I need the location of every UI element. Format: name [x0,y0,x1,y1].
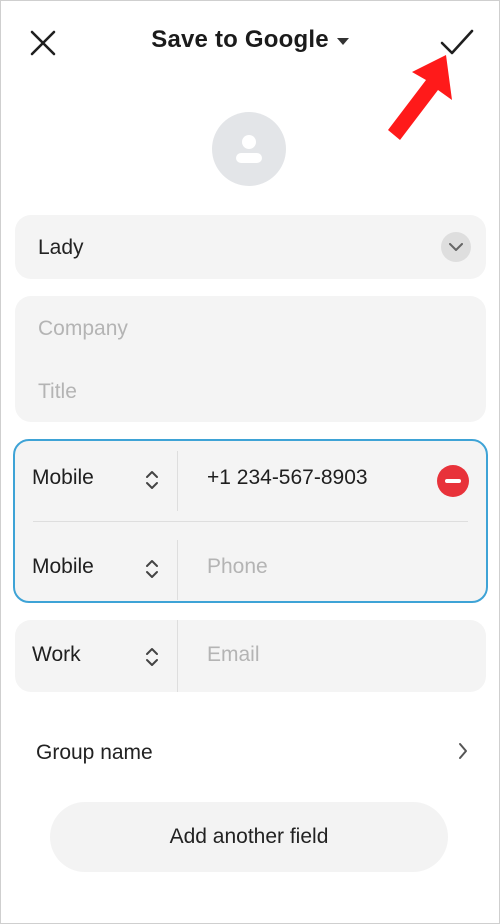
phone-type-label[interactable]: Mobile [32,555,94,579]
email-type-label[interactable]: Work [32,643,81,667]
name-value: Lady [38,236,84,259]
email-input[interactable]: Email [207,643,260,667]
phone-type-label[interactable]: Mobile [32,466,94,490]
expand-name-button[interactable] [441,232,471,262]
chevron-right-icon [459,743,467,759]
add-another-field-label: Add another field [169,825,329,848]
checkmark-icon [440,29,474,55]
up-down-selector-icon[interactable] [144,557,160,581]
page-title: Save to Google [151,26,329,53]
job-title-input[interactable]: Title [38,380,77,404]
up-down-selector-icon[interactable] [144,645,160,669]
chevron-down-icon [449,242,463,251]
phone-card: Mobile +1 234-567-8903 Mobile Phone [13,439,488,603]
group-name-row[interactable]: Group name [15,720,486,784]
caret-down-icon [336,37,349,45]
company-input[interactable]: Company [38,317,128,341]
person-icon [236,135,262,163]
phone-number-input[interactable]: +1 234-567-8903 [207,466,368,490]
account-selector[interactable]: Save to Google [0,26,500,54]
remove-phone-button[interactable] [437,465,469,497]
top-app-bar: Save to Google [0,0,500,86]
add-another-field-button[interactable]: Add another field [50,802,448,872]
remove-circle-icon [445,479,461,483]
column-divider [177,451,178,511]
group-name-label: Group name [36,741,153,764]
save-button[interactable] [436,22,478,62]
email-card: Work Email [15,620,486,692]
email-row: Work Email [15,620,486,692]
column-divider [177,540,178,600]
up-down-selector-icon[interactable] [144,468,160,492]
row-divider [33,521,468,522]
phone-row: Mobile Phone [15,532,486,604]
organization-card: Company Title [15,296,486,422]
name-field-card[interactable]: Lady [15,215,486,279]
phone-input[interactable]: Phone [207,555,268,579]
phone-row: Mobile +1 234-567-8903 [15,443,486,515]
column-divider [177,620,178,692]
contact-photo-button[interactable] [212,112,286,186]
